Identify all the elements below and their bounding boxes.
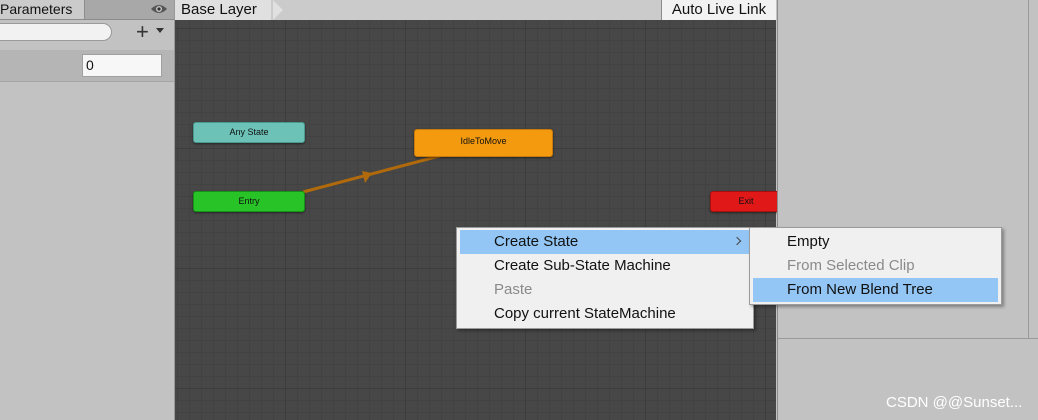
submenu-item-empty[interactable]: Empty bbox=[753, 230, 998, 254]
menu-item-copy-current-statemachine[interactable]: Copy current StateMachine bbox=[460, 302, 750, 326]
state-node-exit[interactable]: Exit bbox=[710, 191, 782, 212]
transition-arrowhead-icon bbox=[362, 171, 372, 183]
parameters-toolbar: + bbox=[0, 20, 174, 47]
parameter-row[interactable]: 0 bbox=[0, 50, 174, 82]
add-parameter-icon[interactable]: + bbox=[136, 21, 149, 43]
menu-item-label: Create State bbox=[494, 233, 579, 250]
auto-live-link-toggle[interactable]: Auto Live Link bbox=[661, 0, 776, 20]
chevron-down-icon[interactable] bbox=[156, 28, 164, 33]
state-machine-graph[interactable]: Any State IdleToMove Entry Exit bbox=[175, 20, 782, 420]
parameters-panel: Parameters + 0 bbox=[0, 0, 175, 420]
parameters-tabbar: Parameters bbox=[0, 0, 174, 20]
state-node-any-state[interactable]: Any State bbox=[193, 122, 305, 143]
menu-item-create-state[interactable]: Create State bbox=[460, 230, 750, 254]
inspector-divider bbox=[778, 338, 1038, 339]
chevron-right-icon bbox=[732, 236, 742, 246]
menu-item-paste[interactable]: Paste bbox=[460, 278, 750, 302]
create-state-submenu: Empty From Selected Clip From New Blend … bbox=[749, 227, 1002, 305]
state-node-entry[interactable]: Entry bbox=[193, 191, 305, 212]
parameter-value-field[interactable]: 0 bbox=[82, 54, 162, 77]
tab-parameters[interactable]: Parameters bbox=[0, 0, 85, 19]
inspector-panel: CSDN @@Sunset... bbox=[777, 0, 1038, 420]
parameter-search-input[interactable] bbox=[0, 23, 112, 41]
menu-item-create-sub-state-machine[interactable]: Create Sub-State Machine bbox=[460, 254, 750, 278]
inspector-scrollbar[interactable] bbox=[1028, 0, 1029, 338]
watermark-text: CSDN @@Sunset... bbox=[886, 394, 1023, 411]
eye-icon[interactable] bbox=[150, 2, 168, 16]
context-menu: Create State Create Sub-State Machine Pa… bbox=[456, 227, 754, 329]
graph-header: Base Layer Auto Live Link bbox=[175, 0, 776, 21]
submenu-item-from-new-blend-tree[interactable]: From New Blend Tree bbox=[753, 278, 998, 302]
transition-arrow[interactable] bbox=[175, 20, 776, 420]
state-node-idle-to-move[interactable]: IdleToMove bbox=[414, 129, 553, 157]
breadcrumb[interactable]: Base Layer bbox=[175, 0, 271, 20]
submenu-item-from-selected-clip[interactable]: From Selected Clip bbox=[753, 254, 998, 278]
breadcrumb-arrow-icon bbox=[273, 0, 283, 20]
